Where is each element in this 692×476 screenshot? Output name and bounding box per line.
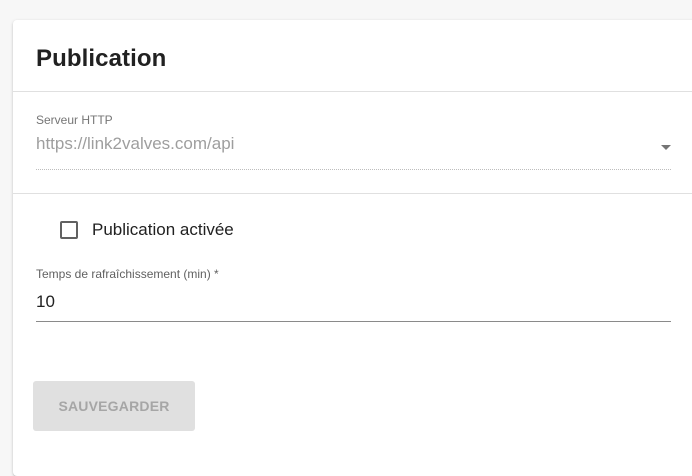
- http-server-label: Serveur HTTP: [36, 113, 113, 127]
- http-server-underline: [36, 169, 671, 170]
- refresh-time-label: Temps de rafraîchissement (min) *: [36, 267, 219, 281]
- page: Publication Serveur HTTP https://link2va…: [0, 0, 692, 476]
- publication-enabled-checkbox[interactable]: [60, 221, 78, 239]
- title-divider: [13, 91, 692, 92]
- save-button[interactable]: SAUVEGARDER: [33, 381, 195, 431]
- refresh-time-field: Temps de rafraîchissement (min) *: [36, 267, 671, 323]
- publication-card: Publication Serveur HTTP https://link2va…: [13, 20, 692, 476]
- publication-enabled-checkbox-row[interactable]: Publication activée: [60, 218, 234, 242]
- chevron-down-icon[interactable]: [661, 145, 671, 150]
- section-divider: [13, 193, 692, 194]
- card-title: Publication: [36, 45, 167, 72]
- refresh-time-underline: [36, 321, 671, 322]
- http-server-value: https://link2valves.com/api: [36, 134, 235, 153]
- refresh-time-input[interactable]: [36, 287, 671, 317]
- publication-enabled-label[interactable]: Publication activée: [92, 220, 234, 240]
- http-server-select[interactable]: Serveur HTTP https://link2valves.com/api: [36, 113, 671, 171]
